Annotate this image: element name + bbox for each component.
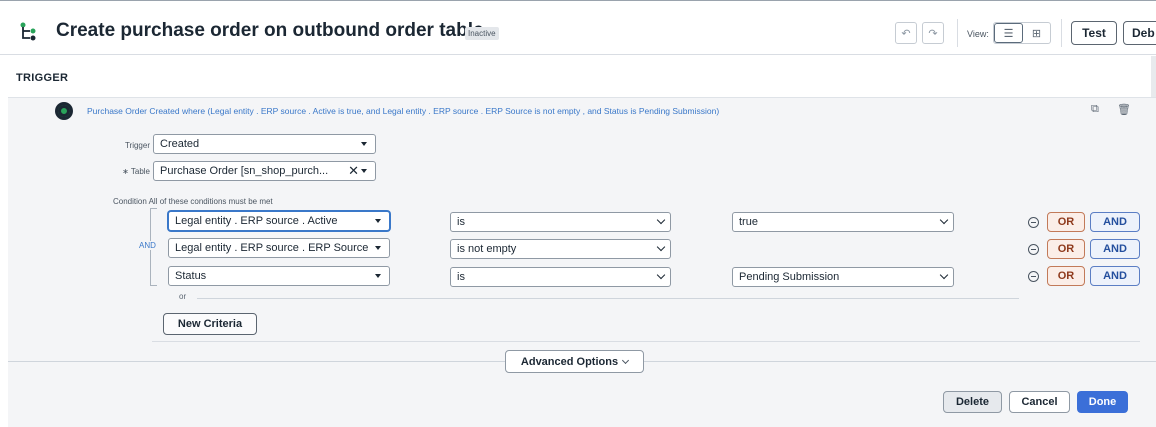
divider bbox=[1061, 19, 1062, 47]
table-select[interactable]: Purchase Order [sn_shop_purch... ✕ bbox=[153, 161, 376, 181]
done-button[interactable]: Done bbox=[1077, 391, 1128, 413]
divider bbox=[152, 341, 1140, 342]
copy-icon[interactable]: ⧉ bbox=[1091, 103, 1099, 116]
trigger-field-label: Trigger bbox=[124, 141, 150, 150]
undo-button[interactable]: ↶ bbox=[895, 22, 917, 44]
condition-field-select[interactable]: Legal entity . ERP source . Active bbox=[168, 211, 390, 231]
required-marker: ∗ bbox=[122, 167, 129, 176]
and-button[interactable]: AND bbox=[1090, 239, 1140, 259]
trash-icon[interactable]: 🗑 bbox=[1117, 103, 1131, 116]
chevron-down-icon bbox=[656, 242, 666, 252]
caret-down-icon bbox=[361, 142, 367, 146]
condition-operator-value: is bbox=[457, 216, 465, 228]
table-field-label: ∗ Table bbox=[103, 167, 150, 176]
or-button[interactable]: OR bbox=[1047, 239, 1085, 259]
condition-operator-select[interactable]: is bbox=[450, 267, 671, 287]
remove-condition-icon[interactable] bbox=[1028, 217, 1039, 228]
or-separator-label: or bbox=[179, 292, 187, 301]
chevron-down-icon bbox=[622, 356, 630, 364]
condition-field-value: Status bbox=[175, 270, 207, 282]
advanced-options-label: Advanced Options bbox=[520, 355, 619, 368]
page-title: Create purchase order on outbound order … bbox=[56, 20, 484, 41]
table-select-value: Purchase Order [sn_shop_purch... bbox=[160, 165, 329, 177]
condition-value-select[interactable]: true bbox=[732, 212, 954, 232]
condition-field-select[interactable]: Status bbox=[168, 266, 390, 286]
header-bar: Create purchase order on outbound order … bbox=[0, 0, 1156, 55]
flow-icon bbox=[20, 22, 36, 41]
clear-icon[interactable]: ✕ bbox=[348, 163, 359, 179]
section-label-trigger: TRIGGER bbox=[16, 72, 69, 84]
advanced-options-button[interactable]: Advanced Options bbox=[505, 350, 644, 373]
view-toggle[interactable]: ☰ ⊞ bbox=[993, 22, 1051, 44]
debug-button[interactable]: Deb bbox=[1123, 21, 1156, 45]
chevron-down-icon bbox=[656, 215, 666, 225]
condition-operator-value: is bbox=[457, 271, 465, 283]
trigger-icon bbox=[55, 102, 73, 120]
test-button[interactable]: Test bbox=[1071, 21, 1117, 45]
condition-hint: All of these conditions must be met bbox=[148, 197, 273, 206]
caret-down-icon bbox=[375, 219, 381, 223]
trigger-select[interactable]: Created bbox=[153, 134, 376, 154]
caret-down-icon bbox=[375, 274, 381, 278]
delete-button[interactable]: Delete bbox=[943, 391, 1002, 413]
grid-view-icon[interactable]: ⊞ bbox=[1023, 23, 1050, 43]
chevron-down-icon bbox=[939, 270, 949, 280]
redo-icon: ↷ bbox=[928, 27, 938, 40]
condition-value-select[interactable]: Pending Submission bbox=[732, 267, 954, 287]
caret-down-icon bbox=[375, 246, 381, 250]
and-connector: AND bbox=[138, 241, 157, 250]
chevron-down-icon bbox=[939, 215, 949, 225]
remove-condition-icon[interactable] bbox=[1028, 244, 1039, 255]
status-badge: Inactive bbox=[465, 27, 499, 40]
new-criteria-button[interactable]: New Criteria bbox=[163, 313, 257, 335]
condition-value: true bbox=[739, 216, 758, 228]
cancel-button[interactable]: Cancel bbox=[1009, 391, 1070, 413]
or-button[interactable]: OR bbox=[1047, 266, 1085, 286]
undo-icon: ↶ bbox=[901, 27, 911, 40]
chevron-down-icon bbox=[656, 270, 666, 280]
redo-button[interactable]: ↷ bbox=[922, 22, 944, 44]
condition-value: Pending Submission bbox=[739, 271, 840, 283]
condition-operator-value: is not empty bbox=[457, 243, 517, 255]
condition-label-text: Condition bbox=[113, 197, 147, 206]
tree-view-icon[interactable]: ☰ bbox=[994, 23, 1023, 43]
and-button[interactable]: AND bbox=[1090, 212, 1140, 232]
condition-label: Condition All of these conditions must b… bbox=[113, 197, 273, 206]
table-field-label-text: Table bbox=[130, 167, 150, 176]
remove-condition-icon[interactable] bbox=[1028, 271, 1039, 282]
or-separator-line bbox=[197, 298, 1019, 299]
condition-field-value: Legal entity . ERP source . ERP Source bbox=[175, 242, 369, 254]
trigger-summary[interactable]: Purchase Order Created where (Legal enti… bbox=[87, 106, 719, 116]
divider bbox=[957, 19, 958, 47]
or-button[interactable]: OR bbox=[1047, 212, 1085, 232]
condition-field-select[interactable]: Legal entity . ERP source . ERP Source bbox=[168, 238, 390, 258]
caret-down-icon bbox=[361, 169, 367, 173]
and-button[interactable]: AND bbox=[1090, 266, 1140, 286]
trigger-select-value: Created bbox=[160, 138, 200, 150]
condition-operator-select[interactable]: is bbox=[450, 212, 671, 232]
view-label: View: bbox=[967, 29, 989, 39]
condition-operator-select[interactable]: is not empty bbox=[450, 239, 671, 259]
condition-field-value: Legal entity . ERP source . Active bbox=[175, 215, 338, 227]
